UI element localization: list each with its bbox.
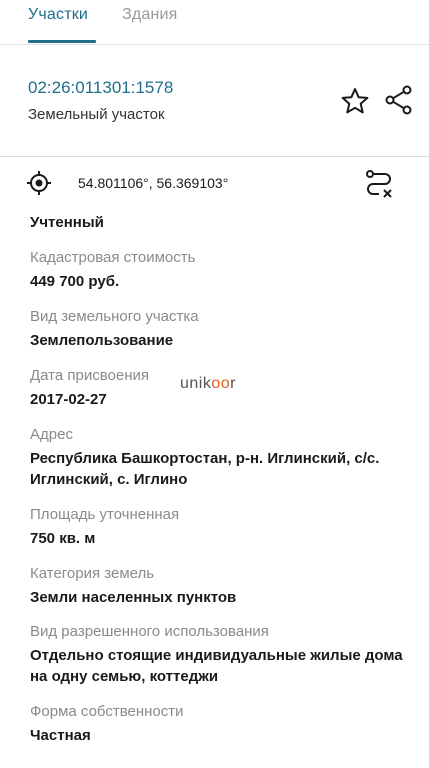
field-label: Адрес [30, 426, 73, 443]
route-button[interactable] [363, 168, 395, 200]
field-value: Республика Башкортостан, р-н. Иглинский,… [30, 450, 380, 488]
plot-kind-field: Вид земельного участка Землепользование [30, 307, 420, 351]
field-value: 750 кв. м [30, 530, 96, 547]
watermark-suffix: r [230, 375, 236, 392]
object-type: Земельный участок [28, 106, 165, 123]
watermark-logo: unikoor [180, 375, 236, 393]
tab-plots[interactable]: Участки [28, 6, 88, 24]
watermark-mid: oo [211, 375, 231, 392]
cadastral-number[interactable]: 02:26:011301:1578 [28, 78, 173, 98]
tab-bar: Участки Здания [0, 0, 429, 45]
share-button[interactable] [383, 84, 415, 116]
ownership-field: Форма собственности Частная [30, 702, 420, 746]
field-label: Площадь уточненная [30, 506, 180, 523]
field-value: 449 700 руб. [30, 273, 120, 290]
permitted-use-field: Вид разрешенного использования Отдельно … [30, 622, 420, 687]
watermark-prefix: unik [180, 375, 212, 392]
address-field: Адрес Республика Башкортостан, р-н. Игли… [30, 425, 420, 490]
coordinates-text[interactable]: 54.801106°, 56.369103° [78, 175, 228, 191]
active-tab-indicator [28, 40, 96, 43]
status-value: Учтенный [30, 214, 104, 231]
land-category-field: Категория земель Земли населенных пункто… [30, 564, 420, 608]
cadastral-value-field: Кадастровая стоимость 449 700 руб. [30, 248, 420, 292]
field-label: Категория земель [30, 565, 155, 582]
field-label: Форма собственности [30, 703, 184, 720]
tab-buildings[interactable]: Здания [122, 6, 178, 24]
route-icon [366, 170, 392, 198]
field-label: Вид разрешенного использования [30, 623, 269, 640]
field-label: Кадастровая стоимость [30, 249, 196, 266]
field-value: Земли населенных пунктов [30, 589, 237, 606]
locate-button[interactable] [26, 170, 52, 196]
status-field: Учтенный [30, 212, 420, 233]
field-value: Землепользование [30, 332, 174, 349]
field-value: Отдельно стоящие индивидуальные жилые до… [30, 647, 403, 685]
field-value: Частная [30, 727, 91, 744]
area-field: Площадь уточненная 750 кв. м [30, 505, 420, 549]
favorite-button[interactable] [340, 86, 370, 116]
share-icon [385, 85, 412, 115]
crosshair-icon [27, 171, 51, 195]
field-label: Вид земельного участка [30, 308, 199, 325]
star-icon [341, 88, 369, 114]
